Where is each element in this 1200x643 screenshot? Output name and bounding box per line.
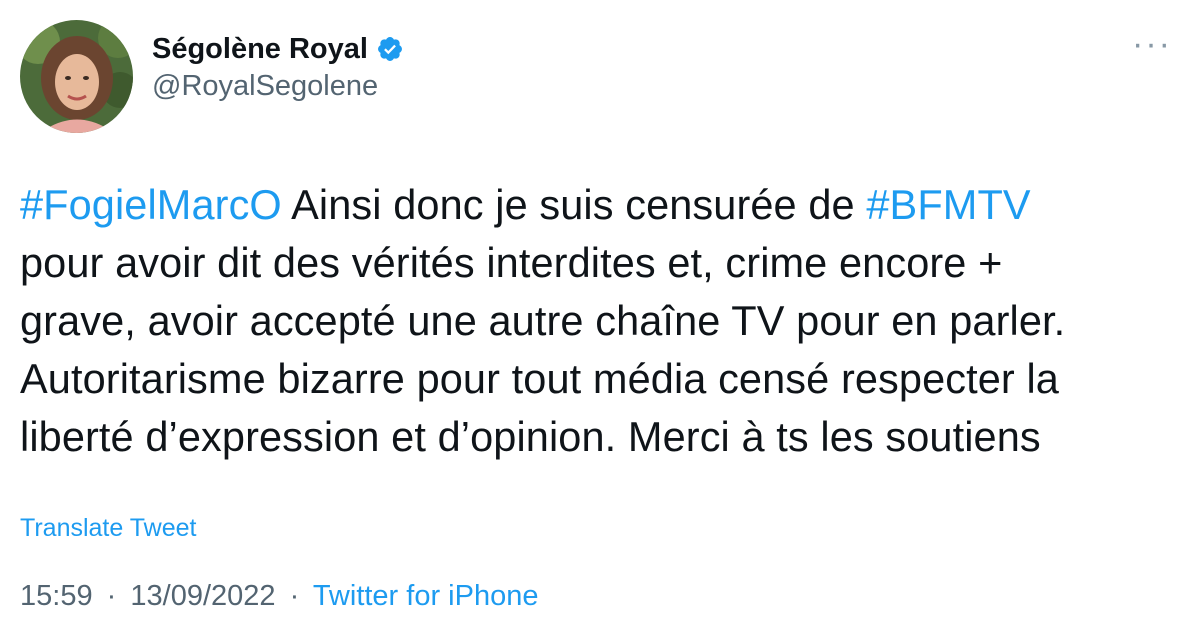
- tweet-text-segment: Ainsi donc je suis censurée de: [281, 181, 867, 228]
- avatar[interactable]: [20, 20, 133, 133]
- author-handle[interactable]: @RoyalSegolene: [152, 70, 404, 103]
- tweet-text-line: grave, avoir accepté une autre chaîne TV…: [20, 292, 1170, 350]
- tweet-metadata: 15:59 · 13/09/2022 · Twitter for iPhone: [20, 580, 538, 613]
- tweet-text-line: pour avoir dit des vérités interdites et…: [20, 234, 1170, 292]
- tweet-source-link[interactable]: Twitter for iPhone: [313, 580, 539, 612]
- tweet-time[interactable]: 15:59: [20, 580, 93, 612]
- tweet-text-segment: liberté d’expression et d’opinion. Merci…: [20, 413, 1041, 460]
- tweet-text: #FogielMarcO Ainsi donc je suis censurée…: [20, 176, 1170, 466]
- meta-separator: ·: [289, 580, 300, 612]
- tweet-card: Ségolène Royal @RoyalSegolene ··· #Fogie…: [0, 0, 1200, 643]
- hashtag-link[interactable]: #FogielMarcO: [20, 181, 282, 228]
- translate-tweet-link[interactable]: Translate Tweet: [20, 514, 196, 543]
- hashtag-link[interactable]: #BFMTV: [866, 181, 1030, 228]
- tweet-date[interactable]: 13/09/2022: [130, 580, 275, 612]
- avatar-image: [20, 20, 133, 133]
- tweet-text-line: Autoritarisme bizarre pour tout média ce…: [20, 350, 1170, 408]
- author-name-row: Ségolène Royal: [152, 30, 404, 68]
- meta-separator: ·: [106, 580, 117, 612]
- tweet-text-segment: grave, avoir accepté une autre chaîne TV…: [20, 297, 1066, 344]
- author-display-name[interactable]: Ségolène Royal: [152, 33, 368, 66]
- tweet-text-line: #FogielMarcO Ainsi donc je suis censurée…: [20, 176, 1170, 234]
- tweet-text-segment: pour avoir dit des vérités interdites et…: [20, 239, 1003, 286]
- tweet-text-segment: Autoritarisme bizarre pour tout média ce…: [20, 355, 1059, 402]
- more-options-icon[interactable]: ···: [1132, 27, 1172, 61]
- tweet-text-line: liberté d’expression et d’opinion. Merci…: [20, 408, 1170, 466]
- author-block: Ségolène Royal @RoyalSegolene: [152, 30, 404, 103]
- verified-badge-icon: [376, 35, 404, 63]
